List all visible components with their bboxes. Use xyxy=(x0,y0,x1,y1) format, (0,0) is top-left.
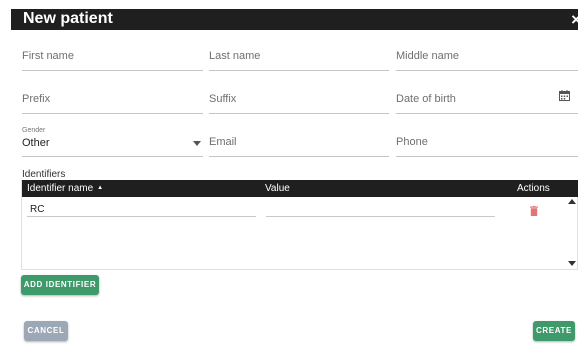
suffix-field[interactable]: Suffix xyxy=(209,84,389,114)
column-header-actions: Actions xyxy=(517,183,550,194)
dialog-title-bar: New patient × xyxy=(11,9,578,30)
chevron-down-icon[interactable] xyxy=(193,141,201,146)
dialog-title: New patient xyxy=(23,10,113,27)
gender-value: Other xyxy=(22,137,50,149)
scroll-down-icon[interactable] xyxy=(568,261,576,266)
prefix-placeholder: Prefix xyxy=(22,93,51,105)
column-header-identifier-name-label: Identifier name xyxy=(27,183,94,194)
column-header-identifier-name[interactable]: Identifier name ▲ xyxy=(27,183,103,194)
create-button[interactable]: CREATE xyxy=(533,321,575,341)
identifiers-section-label: Identifiers xyxy=(22,169,66,180)
middle-name-placeholder: Middle name xyxy=(396,50,459,62)
gender-select[interactable]: Gender Other xyxy=(22,127,203,157)
date-of-birth-field[interactable]: Date of birth xyxy=(396,84,578,114)
gender-label: Gender xyxy=(22,127,46,134)
email-field[interactable]: Email xyxy=(209,127,389,157)
close-icon[interactable]: × xyxy=(571,9,578,30)
email-placeholder: Email xyxy=(209,136,237,148)
phone-placeholder: Phone xyxy=(396,136,428,148)
suffix-placeholder: Suffix xyxy=(209,93,237,105)
phone-field[interactable]: Phone xyxy=(396,127,578,157)
identifier-name-underline xyxy=(27,216,256,217)
identifiers-table: Identifier name ▲ Value Actions RC xyxy=(21,180,578,270)
last-name-field[interactable]: Last name xyxy=(209,41,389,71)
add-identifier-button[interactable]: ADD IDENTIFIER xyxy=(21,275,99,295)
trash-icon[interactable] xyxy=(530,203,538,221)
identifier-value-underline xyxy=(266,216,495,217)
prefix-field[interactable]: Prefix xyxy=(22,84,203,114)
cancel-button[interactable]: CANCEL xyxy=(24,321,68,341)
identifier-name-input[interactable]: RC xyxy=(30,204,44,215)
identifiers-table-header: Identifier name ▲ Value Actions xyxy=(22,180,578,197)
first-name-placeholder: First name xyxy=(22,50,74,62)
middle-name-field[interactable]: Middle name xyxy=(396,41,578,71)
date-of-birth-placeholder: Date of birth xyxy=(396,93,456,105)
calendar-icon[interactable] xyxy=(559,88,570,106)
last-name-placeholder: Last name xyxy=(209,50,261,62)
sort-ascending-icon: ▲ xyxy=(97,185,104,192)
first-name-field[interactable]: First name xyxy=(22,41,203,71)
scroll-up-icon[interactable] xyxy=(568,199,576,204)
column-header-value: Value xyxy=(265,183,290,194)
